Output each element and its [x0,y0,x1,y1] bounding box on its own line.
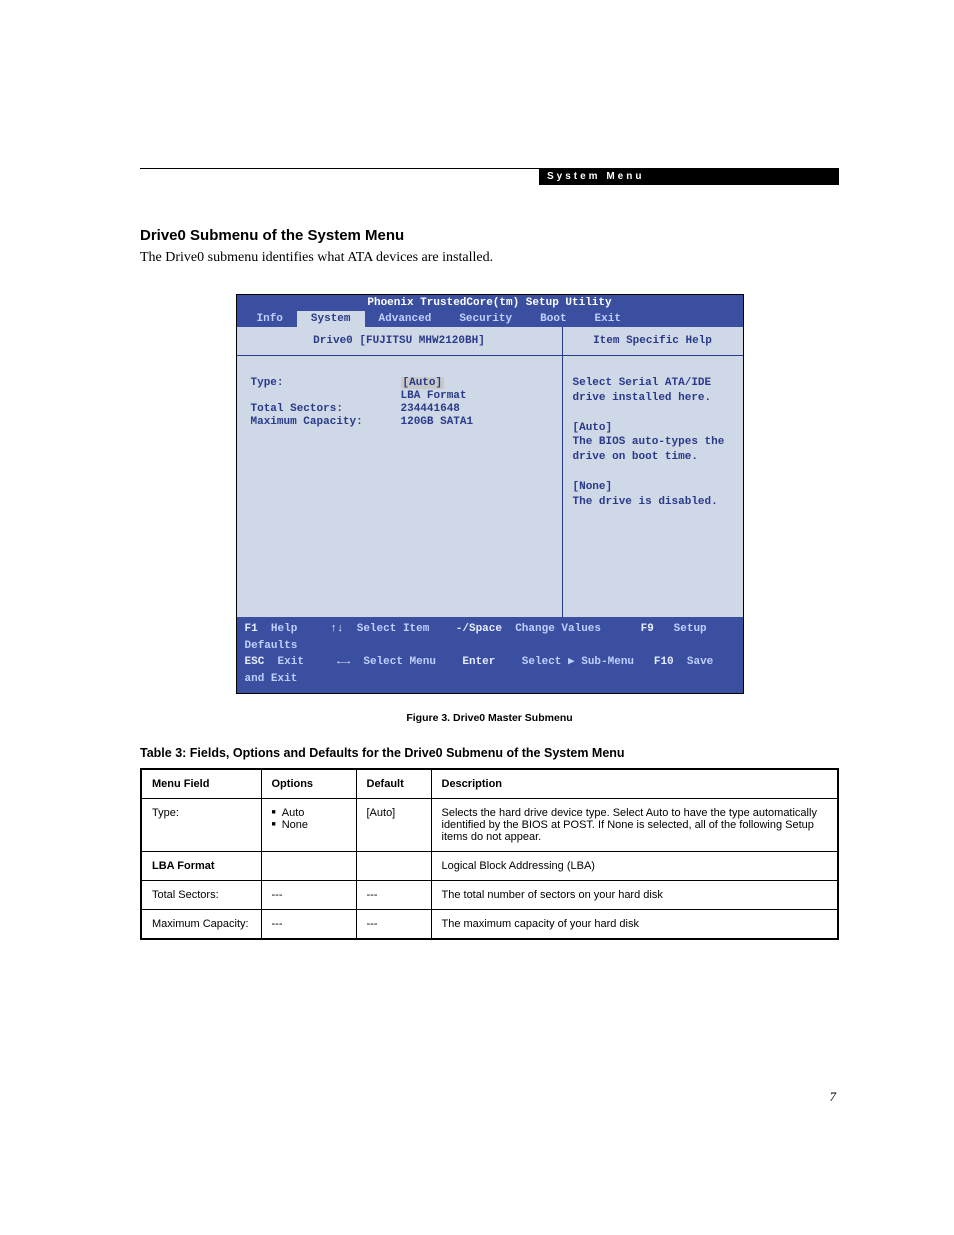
th-description: Description [431,769,838,799]
bios-type-value[interactable]: [Auto] [401,377,445,389]
bios-left-title: Drive0 [FUJITSU MHW2120BH] [237,327,562,356]
bios-tab-security[interactable]: Security [445,311,526,327]
bios-help-title: Item Specific Help [563,327,743,356]
table-row: Type: Auto None [Auto] Selects the hard … [141,799,838,852]
table-row: LBA Format Logical Block Addressing (LBA… [141,852,838,881]
bios-lba-label: LBA Format [401,390,467,402]
bios-tab-bar: Info System Advanced Security Boot Exit [237,311,743,327]
th-options: Options [261,769,356,799]
bios-type-label: Type: [251,377,401,389]
page-number: 7 [830,1089,837,1105]
bios-tab-system[interactable]: System [297,311,365,327]
th-default: Default [356,769,431,799]
bios-capacity-label: Maximum Capacity: [251,416,401,428]
bios-capacity-value: 120GB SATA1 [401,416,474,428]
bios-window: Phoenix TrustedCore(tm) Setup Utility In… [236,294,744,694]
bios-tab-exit[interactable]: Exit [581,311,635,327]
header-section-label: System Menu [539,168,839,185]
bios-tab-boot[interactable]: Boot [526,311,580,327]
bios-sectors-label: Total Sectors: [251,403,401,415]
bios-sectors-value: 234441648 [401,403,460,415]
bios-footer: F1 Help ↑↓ Select Item -/Space Change Va… [237,617,743,693]
table-row: Maximum Capacity: --- --- The maximum ca… [141,910,838,940]
table-title: Table 3: Fields, Options and Defaults fo… [140,746,839,760]
bios-title: Phoenix TrustedCore(tm) Setup Utility [237,295,743,311]
bios-tab-advanced[interactable]: Advanced [365,311,446,327]
section-intro: The Drive0 submenu identifies what ATA d… [140,250,839,266]
fields-table: Menu Field Options Default Description T… [140,768,839,940]
bios-tab-info[interactable]: Info [243,311,297,327]
bios-help-body: Select Serial ATA/IDE drive installed he… [563,356,743,530]
figure-caption: Figure 3. Drive0 Master Submenu [140,712,839,724]
section-title: Drive0 Submenu of the System Menu [140,227,839,244]
th-menu-field: Menu Field [141,769,261,799]
table-row: Total Sectors: --- --- The total number … [141,881,838,910]
